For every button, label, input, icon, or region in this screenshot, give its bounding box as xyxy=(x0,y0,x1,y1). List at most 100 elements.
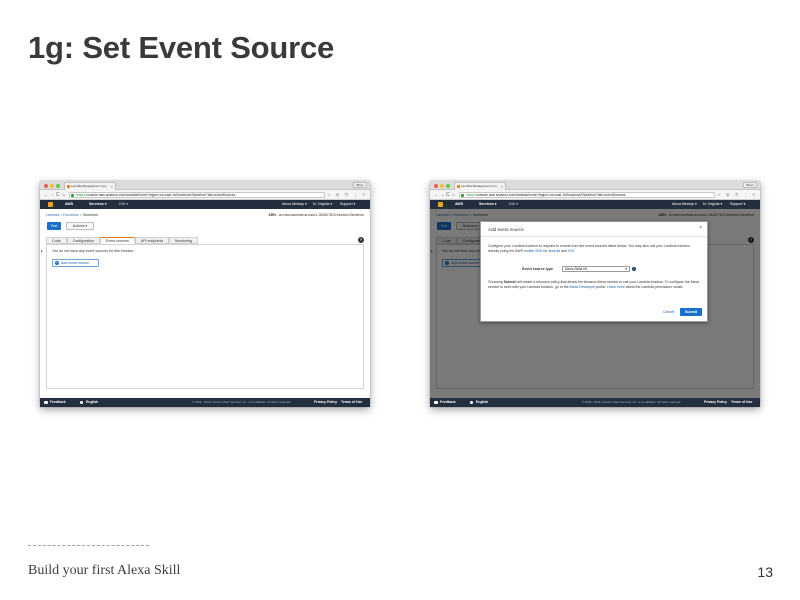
maximize-window-icon[interactable] xyxy=(446,184,450,188)
intro-text-4: . xyxy=(573,249,575,253)
globe-icon xyxy=(80,401,83,404)
minimize-window-icon[interactable] xyxy=(50,184,54,188)
cancel-button[interactable]: Cancel xyxy=(663,310,674,314)
browser-user-chip[interactable]: Brian xyxy=(743,182,757,188)
edit-menu[interactable]: Edit ▾ xyxy=(119,200,128,209)
note-submit-bold: Submit xyxy=(503,280,516,284)
browser-tab[interactable]: Lambda Management Con × xyxy=(454,182,506,190)
breadcrumb: Lambda > Functions > Storiehue xyxy=(46,213,98,217)
region-menu[interactable]: N. Virginia ▾ xyxy=(313,200,332,209)
tab-monitoring[interactable]: Monitoring xyxy=(169,237,198,244)
feedback-link[interactable]: Feedback xyxy=(50,398,66,407)
aws-menu[interactable]: AWS xyxy=(65,200,73,209)
add-event-source-label: Add event source xyxy=(61,261,89,265)
back-arrow-icon[interactable]: ← xyxy=(44,191,49,199)
address-bar[interactable]: https://console.aws.amazon.com/lambda/ho… xyxy=(459,192,715,198)
services-menu[interactable]: Services ▾ xyxy=(479,200,497,209)
tab-event-sources[interactable]: Event sources xyxy=(99,237,135,244)
no-event-sources-message: You do not have any event sources for th… xyxy=(52,249,135,253)
terms-of-use-link[interactable]: Terms of Use xyxy=(731,398,752,407)
browser-extension-icons[interactable]: ☆ ◎ ⓟ ⋮ ≡ xyxy=(717,191,757,199)
tab-close-icon[interactable]: × xyxy=(501,183,503,190)
browser-window-event-sources: Lambda Management Con × Brian ← → C ⌂ ht… xyxy=(40,181,370,407)
test-button[interactable]: Test xyxy=(47,222,61,230)
close-window-icon[interactable] xyxy=(434,184,438,188)
alexa-developer-link[interactable]: Alexa Developer xyxy=(570,285,596,289)
dialog-header: Add event source × xyxy=(481,222,707,237)
intro-text-3: and xyxy=(560,249,569,253)
add-event-source-button[interactable]: + Add event source xyxy=(52,259,99,267)
add-event-source-dialog: Add event source × Configure your Lambda… xyxy=(480,221,708,322)
globe-icon xyxy=(470,401,473,404)
feedback-link[interactable]: Feedback xyxy=(440,398,456,407)
aws-cube-icon[interactable] xyxy=(438,202,443,207)
browser-tab-bar: Lambda Management Con × Brian xyxy=(430,181,760,190)
actions-button[interactable]: Actions ▾ xyxy=(66,222,94,230)
forward-arrow-icon[interactable]: → xyxy=(50,191,55,199)
plus-icon: + xyxy=(55,261,59,265)
home-icon[interactable]: ⌂ xyxy=(452,191,455,199)
home-icon[interactable]: ⌂ xyxy=(62,191,65,199)
account-menu[interactable]: Alexa Meetup ▾ xyxy=(672,200,697,209)
aws-favicon-icon xyxy=(457,185,460,188)
url-scheme: https:// xyxy=(76,193,87,197)
browser-tab-title: Lambda Management Con xyxy=(461,184,497,188)
footer-caption: Build your first Alexa Skill xyxy=(28,563,181,578)
language-selector[interactable]: English xyxy=(476,398,488,407)
close-icon[interactable]: × xyxy=(699,225,702,231)
feedback-icon xyxy=(434,401,438,404)
aws-cube-icon[interactable] xyxy=(48,202,53,207)
support-menu[interactable]: Support ▾ xyxy=(730,200,745,209)
terms-of-use-link[interactable]: Terms of Use xyxy=(341,398,362,407)
reload-icon[interactable]: C xyxy=(56,191,60,199)
collapse-caret-icon[interactable]: ▸ xyxy=(41,249,43,253)
services-menu[interactable]: Services ▾ xyxy=(89,200,107,209)
aws-footer: Feedback English © 2008 - 2016, Amazon W… xyxy=(430,398,760,407)
function-tabs: CodeConfigurationEvent sourcesAPI endpoi… xyxy=(46,237,198,244)
arn-label: ARN xyxy=(268,213,276,217)
aws-menu[interactable]: AWS xyxy=(455,200,463,209)
tab-configuration[interactable]: Configuration xyxy=(66,237,100,244)
address-bar[interactable]: https://console.aws.amazon.com/lambda/ho… xyxy=(69,192,325,198)
submit-button[interactable]: Submit xyxy=(680,308,702,316)
support-menu[interactable]: Support ▾ xyxy=(340,200,355,209)
account-menu[interactable]: Alexa Meetup ▾ xyxy=(282,200,307,209)
browser-user-chip[interactable]: Brian xyxy=(353,182,367,188)
tab-api-endpoints[interactable]: API endpoints xyxy=(134,237,170,244)
edit-menu[interactable]: Edit ▾ xyxy=(509,200,518,209)
privacy-policy-link[interactable]: Privacy Policy xyxy=(704,398,727,407)
browser-extension-icons[interactable]: ☆ ◎ ⓟ ⋮ ≡ xyxy=(327,191,367,199)
browser-tab[interactable]: Lambda Management Con × xyxy=(64,182,116,190)
browser-tab-title: Lambda Management Con xyxy=(71,184,107,188)
minimize-window-icon[interactable] xyxy=(440,184,444,188)
reload-icon[interactable]: C xyxy=(446,191,450,199)
tab-close-icon[interactable]: × xyxy=(111,183,113,190)
feedback-icon xyxy=(44,401,48,404)
url-text: console.aws.amazon.com/lambda/home?regio… xyxy=(86,193,236,197)
breadcrumb-lambda[interactable]: Lambda xyxy=(46,213,59,217)
tab-code[interactable]: Code xyxy=(46,237,67,244)
page-number: 13 xyxy=(757,564,773,580)
maximize-window-icon[interactable] xyxy=(56,184,60,188)
mobile-sdk-link[interactable]: mobile SDK xyxy=(524,249,542,253)
lock-icon xyxy=(71,194,74,197)
aws-footer: Feedback English © 2008 - 2016, Amazon W… xyxy=(40,398,370,407)
language-selector[interactable]: English xyxy=(86,398,98,407)
back-arrow-icon[interactable]: ← xyxy=(434,191,439,199)
android-link[interactable]: Android xyxy=(548,249,560,253)
intro-text-1: Configure your Lambda function to respon… xyxy=(488,244,690,253)
breadcrumb-function-name: Storiehue xyxy=(82,213,99,217)
region-menu[interactable]: N. Virginia ▾ xyxy=(703,200,722,209)
url-text: console.aws.amazon.com/lambda/home?regio… xyxy=(476,193,626,197)
learn-more-link[interactable]: Learn more xyxy=(607,285,625,289)
help-icon[interactable]: ? xyxy=(358,237,364,243)
breadcrumb-functions[interactable]: Functions xyxy=(63,213,79,217)
close-window-icon[interactable] xyxy=(44,184,48,188)
dialog-title: Add event source xyxy=(488,227,524,232)
forward-arrow-icon[interactable]: → xyxy=(440,191,445,199)
copyright-text: © 2008 - 2016, Amazon Web Services, Inc.… xyxy=(582,400,682,404)
function-arn: ARN - arn:aws:lambda:us-east-1:361807815… xyxy=(268,213,364,217)
privacy-policy-link[interactable]: Privacy Policy xyxy=(314,398,337,407)
info-icon[interactable]: i xyxy=(632,267,636,271)
event-source-type-select[interactable]: Alexa Skills Kit ▾ xyxy=(562,266,630,272)
